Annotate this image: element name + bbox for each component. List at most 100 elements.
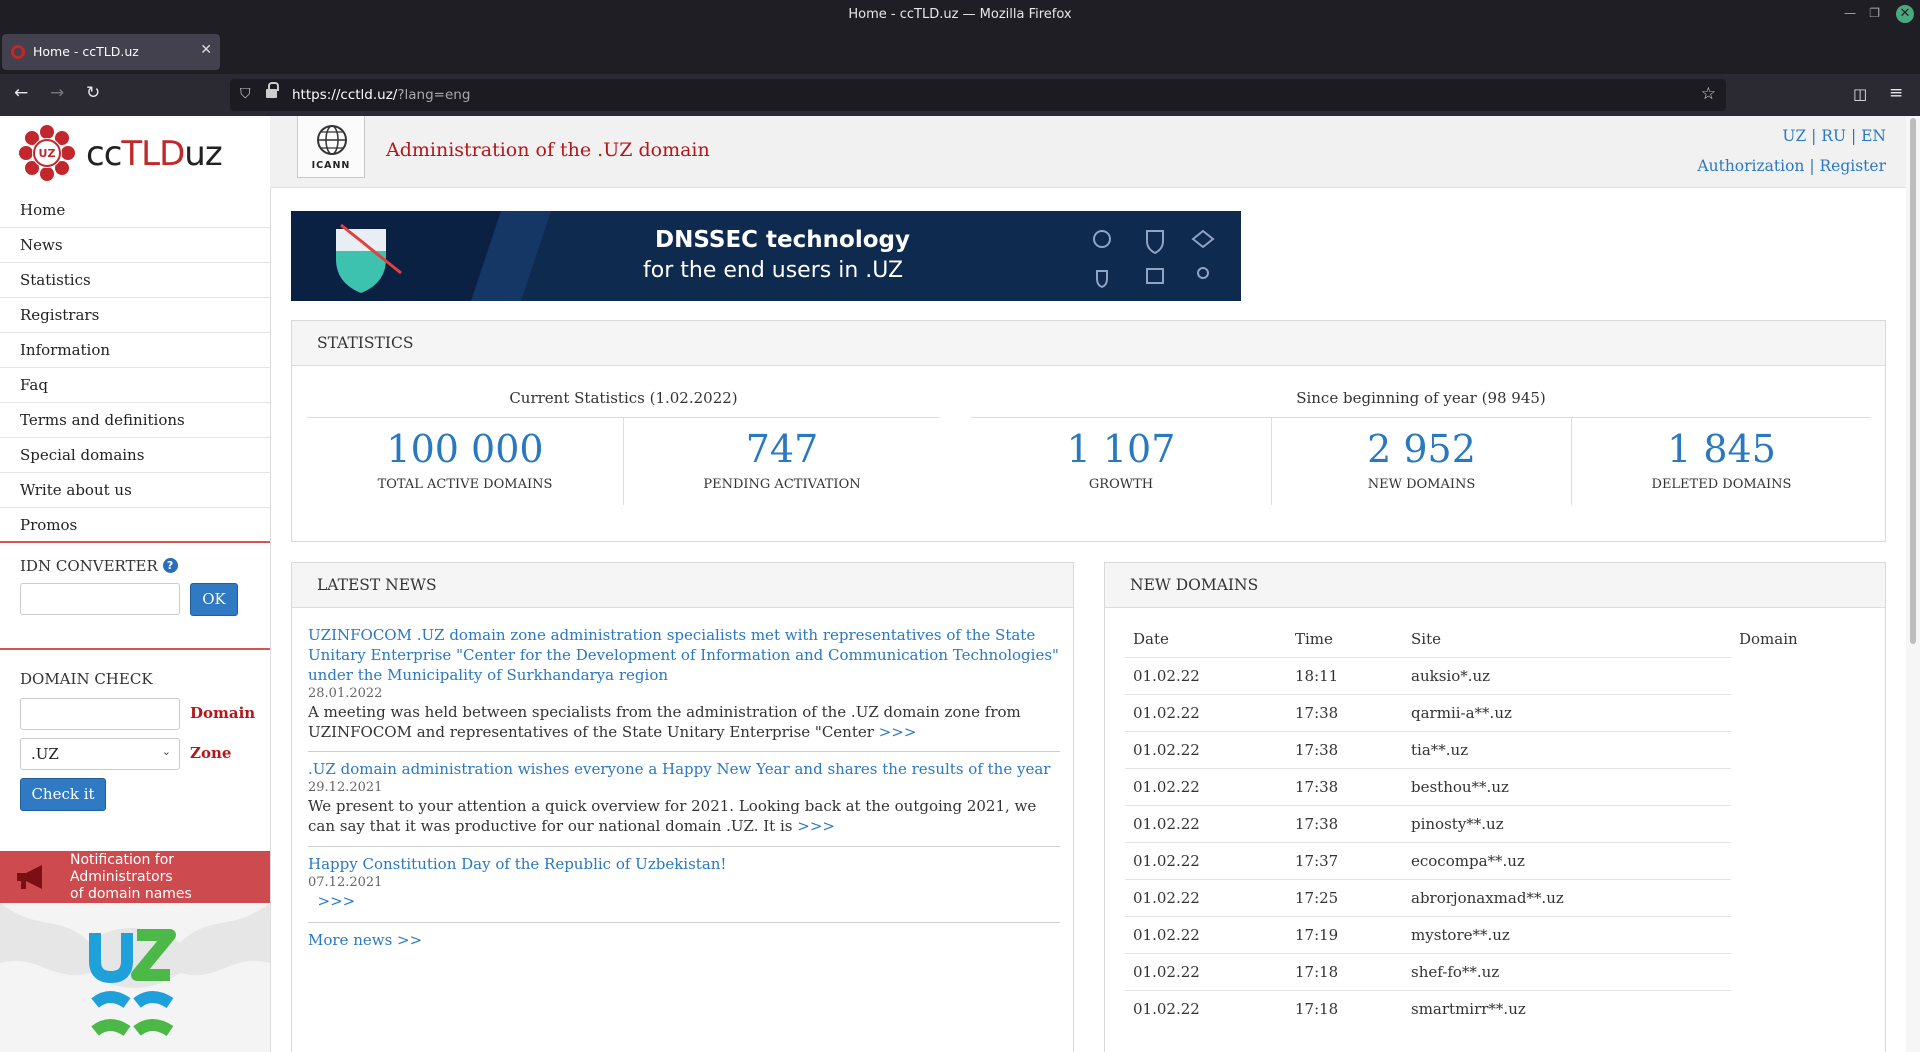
url-path: ?lang=eng [397, 87, 471, 103]
news-headline-link[interactable]: .UZ domain administration wishes everyon… [308, 760, 1050, 778]
app-menu-icon[interactable]: ≡ [1889, 83, 1903, 103]
minimize-icon[interactable]: — [1844, 6, 1856, 20]
stat-value: 1 845 [1667, 427, 1776, 471]
table-row: 01.02.22 17:38 tia**.uz [1125, 730, 1871, 768]
column-header-site: Site [1411, 630, 1441, 648]
logo-wordmark: ccTLDuz [86, 134, 223, 174]
icann-badge[interactable]: ICANN [297, 116, 365, 178]
current-statistics-caption: Current Statistics (1.02.2022) [509, 389, 738, 407]
stat-deleted-domains: 1 845 DELETED DOMAINS [1572, 427, 1871, 492]
url-text[interactable]: https://cctld.uz/?lang=eng [292, 87, 470, 103]
check-it-button[interactable]: Check it [20, 778, 106, 811]
time-cell: 17:38 [1287, 730, 1403, 768]
year-caption-rule [971, 417, 1871, 418]
pocket-icon[interactable]: ◫ [1853, 85, 1867, 103]
statistics-panel: STATISTICS Current Statistics (1.02.2022… [291, 320, 1886, 542]
news-excerpt: A meeting was held between specialists f… [308, 703, 1021, 741]
more-news-link[interactable]: More news >> [308, 931, 422, 949]
read-more-link[interactable]: >>> [879, 723, 917, 741]
column-header-time: Time [1295, 630, 1333, 648]
date-cell: 01.02.22 [1125, 730, 1287, 768]
stat-value: 1 107 [1066, 427, 1176, 471]
idn-input[interactable] [20, 583, 180, 615]
forward-icon[interactable]: → [50, 83, 64, 103]
domain-cell [1731, 768, 1871, 805]
idn-ok-button[interactable]: OK [190, 583, 238, 616]
date-cell: 01.02.22 [1125, 656, 1287, 694]
help-icon[interactable]: ? [162, 558, 178, 573]
scrollbar-thumb[interactable] [1910, 118, 1916, 644]
address-bar[interactable]: ⛉ https://cctld.uz/?lang=eng ☆ [230, 79, 1726, 111]
news-headline-link[interactable]: Happy Constitution Day of the Republic o… [308, 855, 726, 873]
idn-converter: IDN CONVERTER ? OK [0, 543, 270, 650]
menu-item-home[interactable]: Home [0, 193, 270, 228]
table-row: 01.02.22 17:38 pinosty**.uz [1125, 804, 1871, 842]
close-window-icon[interactable]: ✕ [1896, 5, 1914, 23]
date-cell: 01.02.22 [1125, 804, 1287, 842]
domain-input[interactable] [20, 698, 180, 730]
tracking-shield-icon[interactable]: ⛉ [240, 86, 251, 102]
tab-title: Home - ccTLD.uz [33, 44, 139, 59]
menu-item-promos[interactable]: Promos [0, 508, 270, 543]
uz-domain-artwork[interactable] [0, 903, 270, 1052]
authorization-link[interactable]: Authorization [1697, 157, 1804, 175]
tab-strip: Home - ccTLD.uz ✕ + [0, 30, 1920, 92]
banner-subline: for the end users in .UZ [643, 258, 904, 283]
time-cell: 17:18 [1287, 952, 1403, 990]
site-cell: ecocompa**.uz [1403, 841, 1731, 879]
navigation-toolbar: ← → ↻ ⛉ https://cctld.uz/?lang=eng ☆ ◫ ≡ [0, 74, 1920, 116]
dnssec-banner[interactable]: DNSSEC technology for the end users in .… [291, 211, 1241, 301]
site-cell: tia**.uz [1403, 730, 1731, 768]
statistics-title: STATISTICS [292, 321, 1885, 366]
window-titlebar: Home - ccTLD.uz — Mozilla Firefox — ❐ ✕ [0, 0, 1920, 30]
time-cell: 17:38 [1287, 804, 1403, 842]
menu-item-information[interactable]: Information [0, 333, 270, 368]
site-title: Administration of the .UZ domain [386, 139, 710, 161]
menu-item-statistics[interactable]: Statistics [0, 263, 270, 298]
lang-ru-link[interactable]: RU [1821, 127, 1846, 145]
sidebar-divider [270, 188, 271, 1052]
tab-home[interactable]: Home - ccTLD.uz ✕ [2, 34, 220, 70]
language-switcher: UZ | RU | EN [1782, 127, 1886, 145]
site-cell: mystore**.uz [1403, 915, 1731, 953]
time-cell: 18:11 [1287, 656, 1403, 694]
menu-item-news[interactable]: News [0, 228, 270, 263]
bookmark-star-icon[interactable]: ☆ [1701, 84, 1716, 104]
register-link[interactable]: Register [1820, 157, 1887, 175]
site-cell: smartmirr**.uz [1403, 989, 1731, 1027]
news-divider [308, 922, 1060, 923]
page-scrollbar[interactable] [1906, 116, 1920, 1052]
back-icon[interactable]: ← [14, 83, 28, 103]
lang-en-link[interactable]: EN [1861, 127, 1886, 145]
menu-item-terms[interactable]: Terms and definitions [0, 403, 270, 438]
domain-cell [1731, 657, 1871, 694]
time-cell: 17:19 [1287, 915, 1403, 953]
domain-cell [1731, 879, 1871, 916]
sidebar: UZ ccTLDuz Home News Statistics Registra… [0, 116, 270, 1052]
read-more-link[interactable]: >>> [318, 892, 356, 910]
zone-select[interactable]: .UZ ⌄ [20, 738, 180, 770]
date-cell: 01.02.22 [1125, 989, 1287, 1027]
reload-icon[interactable]: ↻ [86, 83, 100, 103]
idn-converter-title: IDN CONVERTER [20, 557, 158, 575]
lang-uz-link[interactable]: UZ [1782, 127, 1806, 145]
menu-item-write-about-us[interactable]: Write about us [0, 473, 270, 508]
zone-label: Zone [190, 744, 232, 762]
maximize-icon[interactable]: ❐ [1869, 6, 1880, 20]
time-cell: 17:38 [1287, 767, 1403, 805]
site-cell: qarmii-a**.uz [1403, 693, 1731, 731]
time-cell: 17:38 [1287, 693, 1403, 731]
read-more-link[interactable]: >>> [797, 817, 835, 835]
menu-item-faq[interactable]: Faq [0, 368, 270, 403]
latest-news-panel: LATEST NEWS UZINFOCOM .UZ domain zone ad… [291, 562, 1074, 1052]
menu-item-special-domains[interactable]: Special domains [0, 438, 270, 473]
lock-icon[interactable] [266, 82, 279, 100]
news-headline-link[interactable]: UZINFOCOM .UZ domain zone administration… [308, 626, 1059, 684]
notification-banner[interactable]: Notification for Administrators of domai… [0, 851, 270, 903]
close-tab-icon[interactable]: ✕ [200, 42, 212, 58]
menu-item-registrars[interactable]: Registrars [0, 298, 270, 333]
uz-emblem-icon: UZ [19, 125, 75, 181]
site-cell: besthou**.uz [1403, 767, 1731, 805]
stat-pending: 747 PENDING ACTIVATION [624, 427, 940, 492]
domain-cell [1731, 805, 1871, 842]
